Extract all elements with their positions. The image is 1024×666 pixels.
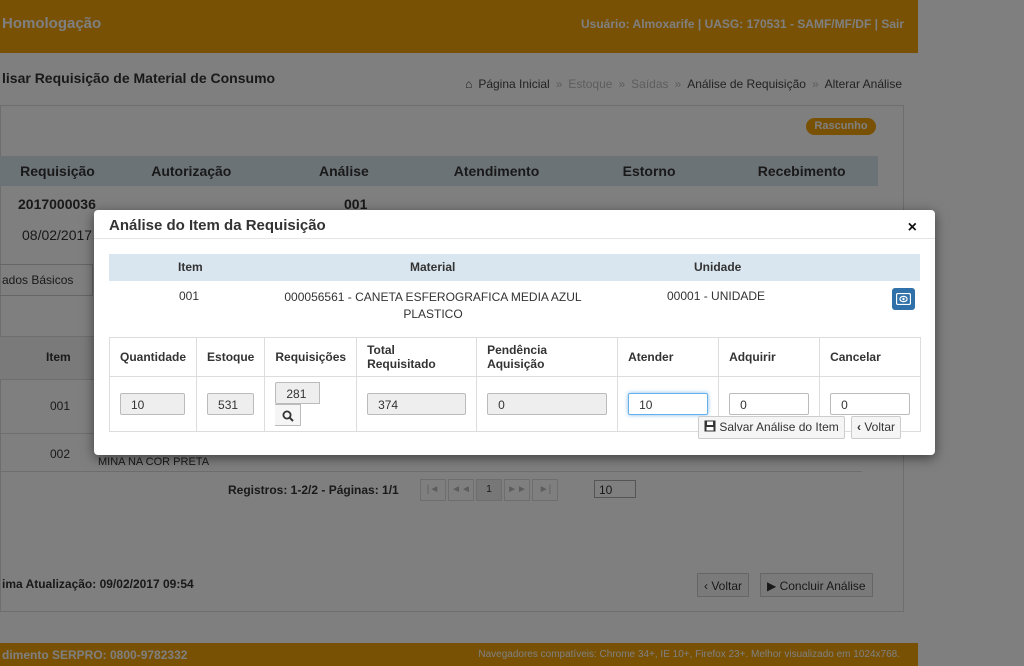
requisicoes-field: 281 [275, 382, 321, 404]
unidade-col-header: Unidade [694, 260, 742, 274]
close-icon[interactable]: × [908, 219, 917, 237]
search-icon [282, 410, 295, 422]
col-requisicoes: Requisições [264, 337, 358, 377]
item-analysis-modal: Análise do Item da Requisição × Item Mat… [94, 210, 935, 455]
save-label: Salvar Análise do Item [719, 420, 839, 434]
col-adquirir: Adquirir [718, 337, 821, 377]
back-label: Voltar [864, 420, 896, 434]
col-quantidade: Quantidade [108, 337, 198, 377]
total-requisitado-field: 374 [367, 393, 467, 415]
requisicoes-search-button[interactable] [275, 404, 302, 426]
material-description: 000056561 - CANETA ESFEROGRAFICA MEDIA A… [284, 290, 582, 321]
chevron-left-icon: ‹ [857, 420, 861, 434]
item-col-header: Item [178, 260, 203, 274]
pendencia-field: 0 [487, 393, 608, 415]
save-item-analysis-button[interactable]: Salvar Análise do Item [698, 416, 845, 439]
atender-input[interactable]: 10 [628, 393, 709, 415]
quantidade-field: 10 [120, 393, 185, 415]
unidade-value: 00001 - UNIDADE [667, 289, 766, 303]
adquirir-input[interactable]: 0 [729, 393, 810, 415]
col-atender: Atender [617, 337, 720, 377]
item-header: Item Material Unidade [109, 254, 920, 281]
view-details-button[interactable] [892, 288, 915, 310]
estoque-field: 531 [207, 393, 255, 415]
col-cancelar: Cancelar [819, 337, 922, 377]
eye-icon [896, 293, 911, 305]
col-pendencia-aquisicao: Pendência Aquisição [476, 337, 619, 377]
material-col-header: Material [410, 260, 456, 274]
modal-back-button[interactable]: ‹ Voltar [851, 416, 902, 439]
modal-title: Análise do Item da Requisição [109, 217, 326, 234]
col-total-requisitado: Total Requisitado [356, 337, 478, 377]
cancelar-input[interactable]: 0 [830, 393, 911, 415]
floppy-disk-icon [704, 420, 716, 432]
col-estoque: Estoque [196, 337, 266, 377]
item-number: 001 [179, 289, 200, 303]
modal-divider [94, 238, 935, 239]
